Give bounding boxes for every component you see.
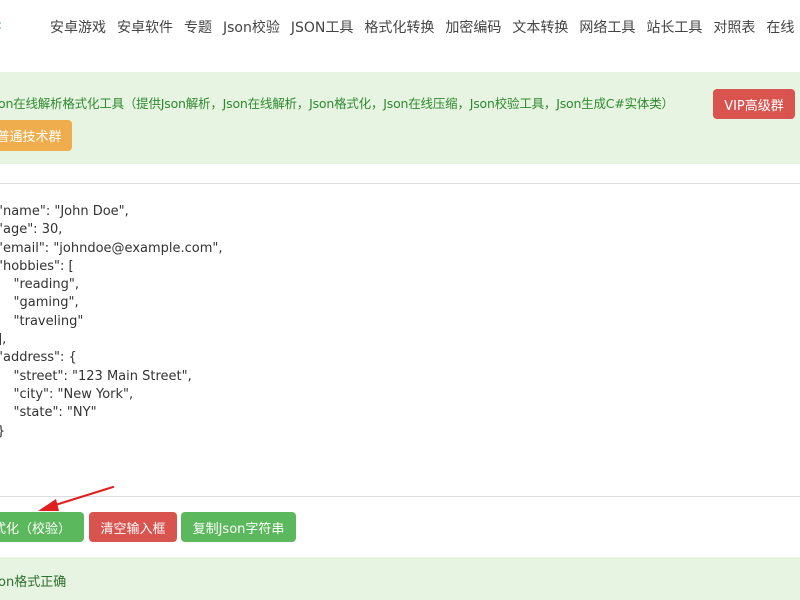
nav-item-android-games[interactable]: 安卓游戏 <box>50 18 106 38</box>
validation-status-text: on格式正确 <box>0 575 67 590</box>
nav-item-json-validate[interactable]: Json校验 <box>223 18 280 38</box>
vip-group-button[interactable]: VIP高级群 <box>713 89 795 119</box>
nav-item-webmaster-tools[interactable]: 站长工具 <box>646 18 702 38</box>
site-logo-fragment[interactable]: ‹ <box>0 16 2 34</box>
nav-item-network-tools[interactable]: 网络工具 <box>579 18 635 38</box>
nav-item-reference-tables[interactable]: 对照表 <box>713 18 755 38</box>
nav-item-android-software[interactable]: 安卓软件 <box>117 18 173 38</box>
page: ‹ 安卓游戏 安卓软件 专题 Json校验 JSON工具 格式化转换 加密编码 … <box>0 0 800 600</box>
format-validate-button[interactable]: 式化（校验） <box>0 512 84 542</box>
tech-group-button[interactable]: 普通技术群 <box>0 120 72 151</box>
copy-json-button[interactable]: 复制Json字符串 <box>181 512 296 542</box>
nav-item-text-convert[interactable]: 文本转换 <box>512 18 568 38</box>
validation-status-bar <box>0 557 800 600</box>
json-content[interactable]: "name": "John Doe", "age": 30, "email": … <box>0 203 223 441</box>
nav-menu: 安卓游戏 安卓软件 专题 Json校验 JSON工具 格式化转换 加密编码 文本… <box>50 18 800 38</box>
nav-item-topics[interactable]: 专题 <box>184 18 212 38</box>
top-navigation: ‹ 安卓游戏 安卓软件 专题 Json校验 JSON工具 格式化转换 加密编码 … <box>0 0 800 60</box>
nav-item-format-convert[interactable]: 格式化转换 <box>364 18 434 38</box>
nav-item-encrypt-encode[interactable]: 加密编码 <box>445 18 501 38</box>
tool-description: on在线解析格式化工具（提供Json解析，Json在线解析，Json格式化，Js… <box>0 96 674 111</box>
clear-input-button[interactable]: 清空输入框 <box>89 512 177 542</box>
info-banner <box>0 72 800 164</box>
nav-item-json-tools[interactable]: JSON工具 <box>291 18 354 38</box>
nav-item-online[interactable]: 在线 <box>766 18 794 38</box>
